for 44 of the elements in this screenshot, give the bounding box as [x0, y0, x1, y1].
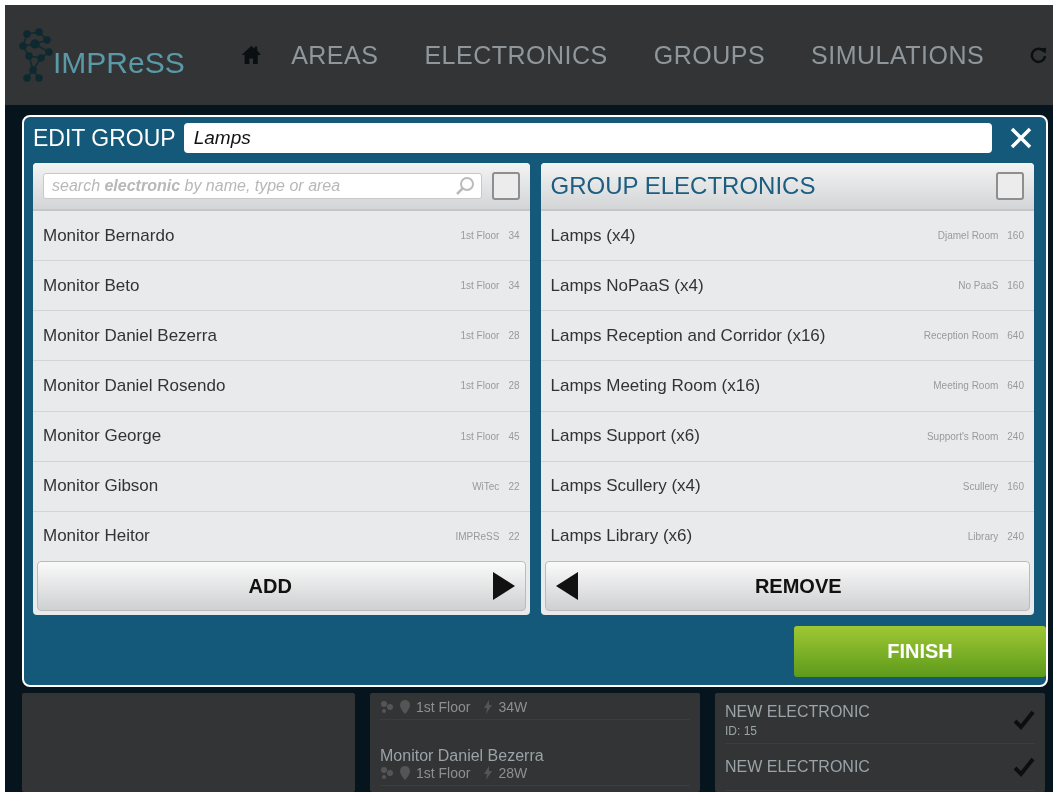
area-label: 1st Floor: [416, 699, 471, 715]
select-all-checkbox[interactable]: [996, 172, 1024, 200]
list-item[interactable]: Monitor Daniel Bezerra 1st Floor 28: [33, 311, 530, 362]
location-pin-icon: [400, 766, 410, 780]
fan-icon: [380, 701, 394, 713]
close-icon[interactable]: [1010, 127, 1032, 149]
list-item[interactable]: Monitor Beto 1st Floor 34: [33, 261, 530, 312]
list-item[interactable]: Monitor Daniel Rosendo 1st Floor 28: [33, 361, 530, 412]
list-item[interactable]: Lamps (x4) Djamel Room 160: [540, 211, 1034, 262]
nav-link[interactable]: AREAS: [291, 40, 379, 70]
electronic-name: Monitor Daniel Bezerra: [380, 747, 545, 765]
nav-link[interactable]: SIMULATIONS: [811, 40, 985, 70]
group-name-field[interactable]: Lamps: [183, 123, 992, 153]
dialog-title: EDIT GROUP: [33, 124, 176, 152]
list-item[interactable]: Lamps Scullery (x4) Scullery 160: [540, 461, 1034, 512]
search-icon: [454, 176, 475, 196]
item-title: NEW ELECTRONIC: [725, 758, 870, 776]
nav-link[interactable]: ELECTRONICS: [424, 40, 608, 70]
item-title: NEW ELECTRONIC: [725, 702, 870, 721]
right-triangle-icon: [492, 572, 515, 600]
list-item[interactable]: Lamps Library (x6) Library 240: [540, 511, 1034, 561]
remove-button[interactable]: REMOVE: [544, 561, 1030, 611]
item-id: ID: 15: [725, 723, 758, 738]
list-item[interactable]: Monitor Bernardo 1st Floor 34: [33, 211, 530, 262]
list-item[interactable]: Monitor Heitor IMPReSS 22: [33, 511, 530, 561]
add-button[interactable]: ADD: [37, 561, 526, 611]
fan-icon: [380, 767, 394, 779]
list-item[interactable]: Monitor George 1st Floor 45: [33, 411, 530, 462]
app-logo-text: IMPReSS: [53, 46, 185, 80]
list-item[interactable]: Monitor Gibson WiTec 22: [33, 461, 530, 512]
power-label: 34W: [498, 699, 528, 715]
list-item[interactable]: Lamps NoPaaS (x4) No PaaS 160: [540, 261, 1034, 312]
list-item[interactable]: Lamps Support (x6) Support's Room 240: [540, 411, 1034, 462]
location-pin-icon: [400, 700, 410, 714]
area-label: 1st Floor: [416, 765, 471, 781]
nav-link[interactable]: GROUPS: [653, 40, 766, 70]
panel-title: GROUP ELECTRONICS: [550, 172, 817, 200]
lightning-icon: [484, 700, 493, 714]
lightning-icon: [484, 766, 493, 780]
list-item[interactable]: Lamps Reception and Corridor (x16) Reception Room 640: [540, 311, 1034, 362]
select-all-checkbox[interactable]: [491, 172, 520, 200]
left-triangle-icon: [555, 572, 578, 600]
list-item[interactable]: Lamps Meeting Room (x16) Meeting Room 640: [540, 361, 1034, 412]
power-label: 28W: [498, 765, 528, 781]
